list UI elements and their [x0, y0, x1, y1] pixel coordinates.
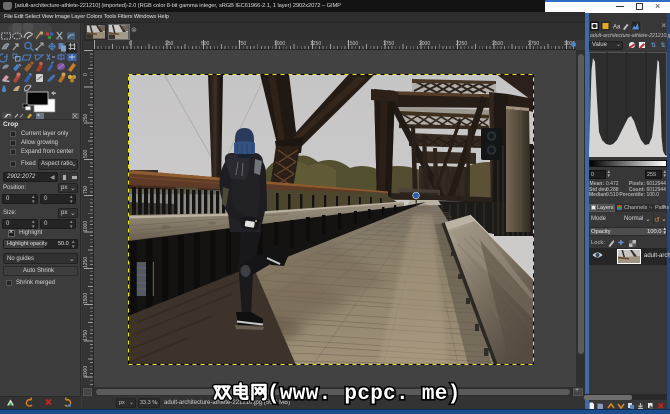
- svg-text:(www. pcpc. me): (www. pcpc. me): [267, 383, 461, 406]
- svg-text:Aa: Aa: [613, 25, 621, 31]
